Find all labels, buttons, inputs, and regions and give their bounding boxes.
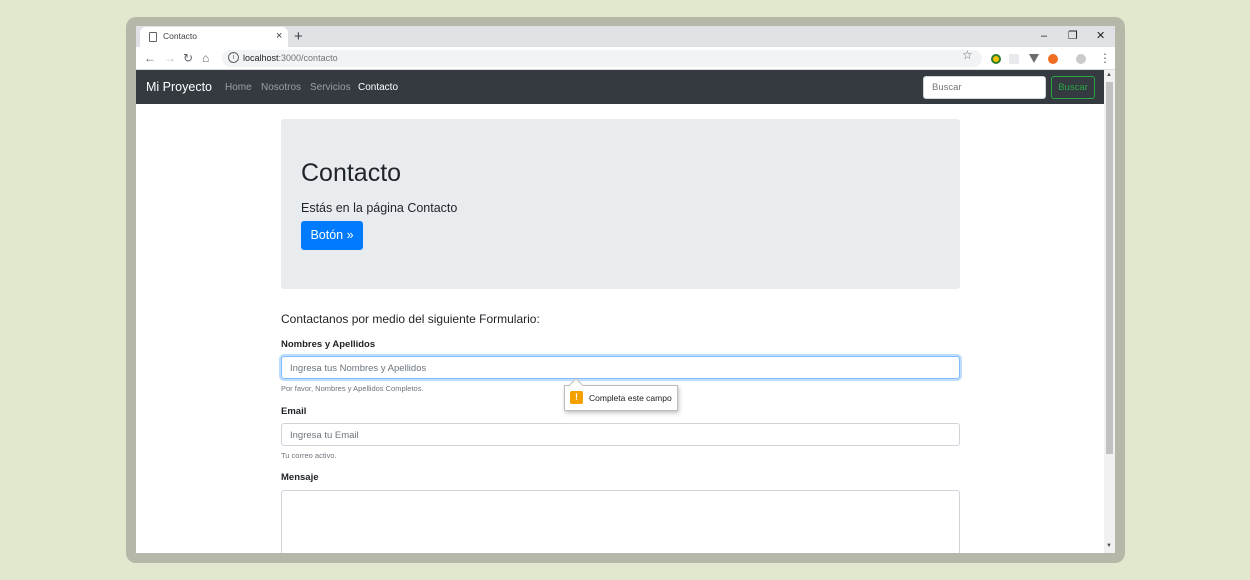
scroll-up-icon[interactable]: ▲: [1106, 72, 1112, 78]
email-help-text: Tu correo activo.: [281, 451, 337, 460]
tooltip-text: Completa este campo: [589, 393, 672, 403]
name-input[interactable]: Ingresa tus Nombres y Apellidos: [281, 356, 960, 379]
nav-link-contacto[interactable]: Contacto: [358, 82, 398, 93]
reload-icon[interactable]: ↻: [183, 50, 193, 66]
name-help-text: Por favor, Nombres y Apellidos Completos…: [281, 384, 424, 393]
url-text: localhost:3000/contacto: [243, 53, 338, 63]
bookmark-star-icon[interactable]: ☆: [962, 47, 973, 64]
restore-icon[interactable]: ❐: [1068, 27, 1078, 45]
home-icon[interactable]: ⌂: [202, 50, 209, 66]
profile-icon[interactable]: [1076, 54, 1086, 64]
extension-icon[interactable]: [1048, 54, 1058, 64]
tab-close-icon[interactable]: ×: [276, 29, 282, 43]
extension-icon[interactable]: [1009, 54, 1019, 64]
page-icon: [149, 32, 157, 42]
page-title: Contacto: [301, 159, 402, 187]
close-window-icon[interactable]: ✕: [1096, 27, 1105, 45]
tab-title: Contacto: [163, 31, 198, 41]
nav-link-servicios[interactable]: Servicios: [310, 82, 351, 93]
scrollbar-thumb[interactable]: [1106, 82, 1113, 454]
email-label: Email: [281, 406, 307, 417]
nav-link-home[interactable]: Home: [225, 82, 252, 93]
email-input[interactable]: Ingresa tu Email: [281, 423, 960, 446]
jumbotron-lead: Estás en la página Contacto: [301, 201, 458, 215]
nav-link-nosotros[interactable]: Nosotros: [261, 82, 301, 93]
message-label: Mensaje: [281, 472, 319, 483]
browser-tab[interactable]: Contacto ×: [140, 27, 288, 47]
warning-icon: !: [570, 391, 583, 404]
jumbotron: Contacto Estás en la página Contacto Bot…: [281, 119, 960, 289]
info-icon[interactable]: i: [228, 52, 239, 63]
vue-devtools-icon[interactable]: [1029, 54, 1039, 63]
menu-kebab-icon[interactable]: ⋮: [1099, 50, 1111, 66]
browser-toolbar: ← → ↻ ⌂ i localhost:3000/contacto ☆ ⋮: [136, 47, 1115, 70]
navbar-brand[interactable]: Mi Proyecto: [146, 80, 212, 94]
extension-icon[interactable]: [991, 54, 1001, 64]
message-textarea[interactable]: [281, 490, 960, 553]
scroll-down-icon[interactable]: ▼: [1106, 543, 1112, 549]
form-intro: Contactanos por medio del siguiente Form…: [281, 312, 540, 326]
browser-window: Contacto × + – ❐ ✕ ← → ↻ ⌂ i localhost:3…: [136, 26, 1115, 553]
tab-strip: Contacto × + – ❐ ✕: [136, 26, 1115, 47]
new-tab-icon[interactable]: +: [294, 26, 303, 47]
page-viewport: Mi Proyecto Home Nosotros Servicios Cont…: [136, 70, 1104, 553]
address-bar[interactable]: i localhost:3000/contacto: [222, 50, 982, 67]
page-scrollbar[interactable]: ▲ ▼: [1104, 70, 1115, 553]
back-icon[interactable]: ←: [144, 50, 156, 66]
primary-button[interactable]: Botón »: [301, 221, 363, 250]
tooltip-arrow: [568, 377, 584, 393]
search-button[interactable]: Buscar: [1051, 76, 1095, 99]
navbar: Mi Proyecto Home Nosotros Servicios Cont…: [136, 70, 1104, 104]
search-input[interactable]: [923, 76, 1046, 99]
minimize-icon[interactable]: –: [1041, 27, 1047, 45]
name-label: Nombres y Apellidos: [281, 339, 376, 350]
forward-icon[interactable]: →: [164, 50, 176, 66]
validation-tooltip: ! Completa este campo: [564, 377, 678, 411]
